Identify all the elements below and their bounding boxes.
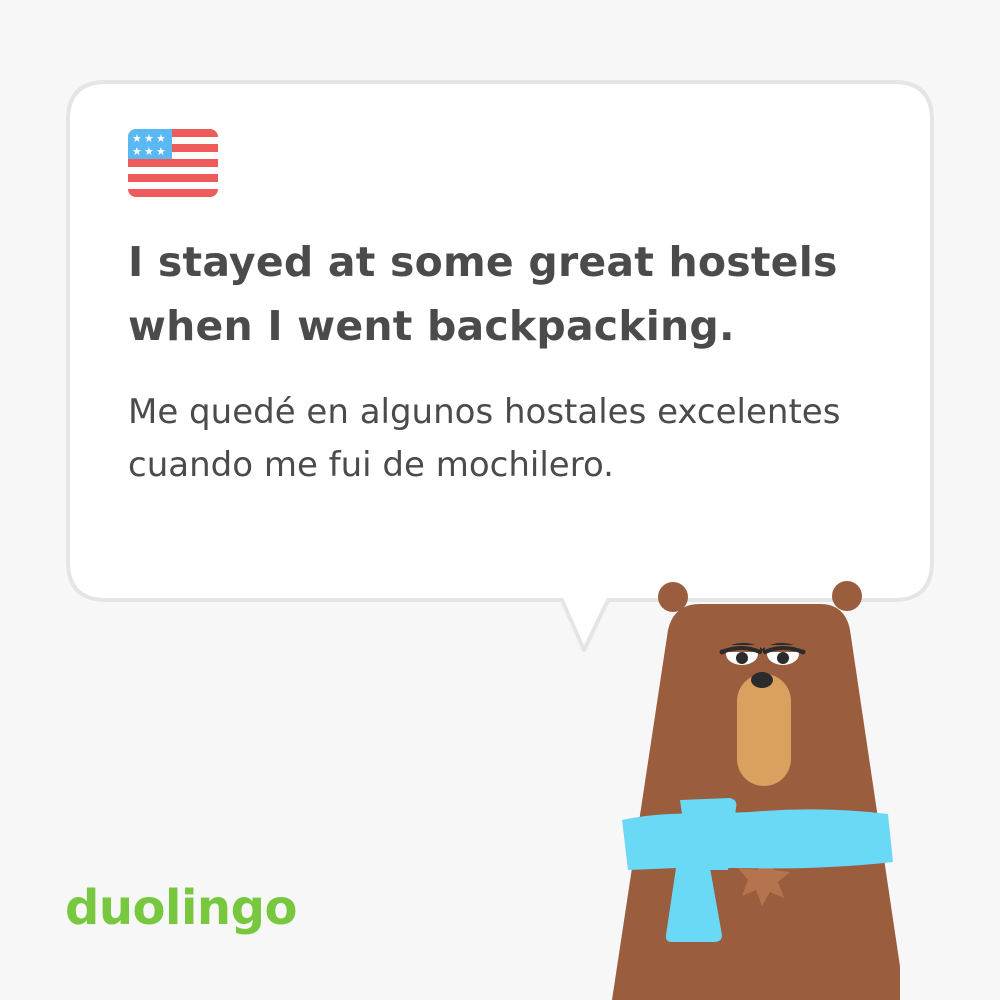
svg-text:★: ★	[132, 132, 142, 145]
svg-text:★: ★	[132, 145, 142, 158]
bear-left-ear	[658, 582, 688, 612]
svg-text:★: ★	[144, 132, 154, 145]
us-flag-icon: ★ ★ ★ ★ ★ ★	[128, 129, 218, 197]
bear-snout	[737, 674, 791, 786]
svg-text:★: ★	[144, 145, 154, 158]
spanish-translation: Me quedé en algunos hostales excelentes …	[128, 392, 841, 485]
english-sentence: I stayed at some great hostels when I we…	[128, 238, 838, 350]
duolingo-logo: duolingo	[65, 880, 297, 936]
svg-text:★: ★	[156, 132, 166, 145]
svg-text:★: ★	[156, 145, 166, 158]
bear-body	[612, 604, 900, 1000]
bear-nose	[751, 672, 773, 688]
bear-right-ear	[832, 581, 862, 611]
bear-character-icon	[612, 581, 900, 1000]
